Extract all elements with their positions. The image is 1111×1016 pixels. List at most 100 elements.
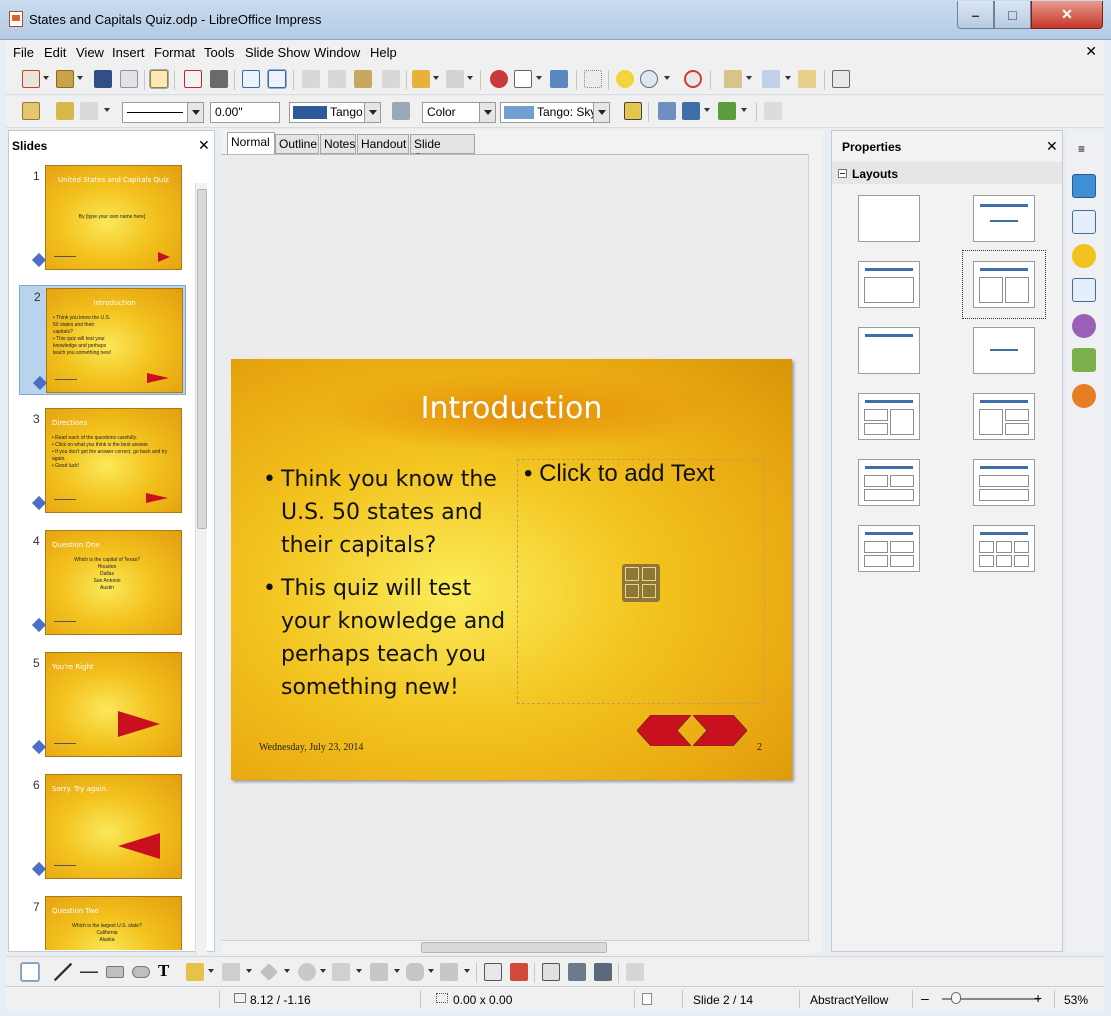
menu-tools[interactable]: Tools (204, 45, 234, 60)
insert-object-icon[interactable] (622, 564, 660, 602)
table-icon[interactable] (514, 70, 532, 88)
slide-thumbnail-4[interactable]: 4 Question One Which is the capital of T… (19, 530, 186, 642)
show-draw-functions-icon[interactable] (550, 70, 568, 88)
paste-icon[interactable] (354, 70, 372, 88)
grid-icon[interactable] (584, 70, 602, 88)
styles-icon[interactable] (22, 102, 40, 120)
flowchart-icon[interactable] (370, 963, 388, 981)
styles-deck-icon[interactable] (1072, 314, 1096, 338)
help-icon[interactable] (684, 70, 702, 88)
menu-insert[interactable]: Insert (112, 45, 145, 60)
block-arrows-icon[interactable] (332, 963, 350, 981)
edit-mode-icon[interactable] (149, 69, 169, 89)
line-style-select[interactable] (122, 102, 204, 123)
layout-dropdown-icon[interactable] (785, 76, 791, 80)
block-arrows-dropdown-icon[interactable] (356, 969, 362, 973)
open-folder-icon[interactable] (56, 70, 74, 88)
copy-icon[interactable] (328, 70, 346, 88)
zoom-slider-handle[interactable] (951, 992, 961, 1004)
callouts-icon[interactable] (406, 963, 424, 981)
layout-title-two-content[interactable] (962, 250, 1046, 319)
insert-video-icon[interactable] (642, 584, 656, 598)
navigator-deck-icon[interactable] (1072, 384, 1096, 408)
new-document-icon[interactable] (22, 70, 40, 88)
canvas-horizontal-scrollbar[interactable] (221, 940, 810, 954)
table-dropdown-icon[interactable] (536, 76, 542, 80)
zoom-dropdown-icon[interactable] (664, 76, 670, 80)
flowchart-dropdown-icon[interactable] (394, 969, 400, 973)
line-tool-icon[interactable] (54, 963, 72, 981)
arrow-style-icon[interactable] (80, 102, 98, 120)
points-icon[interactable] (484, 963, 502, 981)
layout-title-slide[interactable] (973, 195, 1035, 242)
extrusion-icon[interactable] (626, 963, 644, 981)
chart-icon[interactable] (490, 70, 508, 88)
layout-title-only[interactable] (858, 327, 920, 374)
close-document-icon[interactable]: ✕ (1085, 43, 1097, 60)
slide-thumbnail-1[interactable]: 1 United States and Capitals Quiz By [ty… (19, 165, 186, 277)
tab-handout[interactable]: Handout (357, 134, 409, 154)
layout-title-2content-content[interactable] (858, 393, 920, 440)
slide-thumbnail-7[interactable]: 7 Question Two Which is the largest U.S.… (19, 896, 186, 950)
autospellcheck-icon[interactable] (267, 69, 287, 89)
close-window-button[interactable]: ✕ (1031, 1, 1103, 29)
rectangle-tool-icon[interactable] (106, 966, 124, 978)
shadow-icon[interactable] (624, 102, 642, 120)
align-icon[interactable] (682, 102, 700, 120)
cut-icon[interactable] (302, 70, 320, 88)
maximize-button[interactable]: □ (994, 1, 1031, 29)
tab-notes[interactable]: Notes (320, 134, 356, 154)
zoom-level[interactable]: 53% (1064, 993, 1088, 1007)
text-tool-icon[interactable]: T (158, 961, 169, 981)
properties-deck-icon[interactable] (1072, 174, 1096, 198)
callouts-dropdown-icon[interactable] (428, 969, 434, 973)
insert-chart-icon[interactable] (642, 567, 656, 581)
basic-shapes-dropdown-icon[interactable] (284, 969, 290, 973)
minimize-button[interactable]: – (957, 1, 994, 29)
gallery-deck-icon[interactable] (1072, 348, 1096, 372)
menu-format[interactable]: Format (154, 45, 195, 60)
menu-edit[interactable]: Edit (44, 45, 66, 60)
master-slide-icon[interactable] (798, 70, 816, 88)
symbol-shapes-icon[interactable] (298, 963, 316, 981)
symbol-shapes-dropdown-icon[interactable] (320, 969, 326, 973)
layout-title-content-2content[interactable] (973, 393, 1035, 440)
stars-icon[interactable] (440, 963, 458, 981)
slide-thumbnail-3[interactable]: 3 Directions • Read each of the question… (19, 408, 186, 520)
redo-dropdown-icon[interactable] (467, 76, 473, 80)
arrange-icon[interactable] (718, 102, 736, 120)
content-placeholder[interactable]: • Click to add Text (517, 459, 765, 704)
layout-title-content-over-content[interactable] (973, 459, 1035, 506)
slide-transition-deck-icon[interactable] (1072, 278, 1096, 302)
open-dropdown-icon[interactable] (77, 76, 83, 80)
slides-scrollbar[interactable] (195, 183, 207, 955)
spellcheck-icon[interactable] (242, 70, 260, 88)
glue-points-icon[interactable] (510, 963, 528, 981)
menu-help[interactable]: Help (370, 45, 397, 60)
layout-blank[interactable] (858, 195, 920, 242)
current-slide[interactable]: Introduction Think you know the U.S. 50 … (231, 359, 792, 780)
back-arrow-icon[interactable] (637, 715, 691, 746)
ellipse-tool-icon[interactable] (132, 966, 150, 978)
slides-panel-close-icon[interactable]: ✕ (198, 137, 210, 154)
insert-image-icon[interactable] (625, 584, 639, 598)
tab-outline[interactable]: Outline (275, 134, 319, 154)
insert-table-icon[interactable] (625, 567, 639, 581)
line-arrow-tool-icon[interactable] (80, 963, 98, 981)
slide-thumbnail-6[interactable]: 6 Sorry. Try again. (19, 774, 186, 886)
slide-icon[interactable] (724, 70, 742, 88)
line-icon[interactable] (56, 102, 74, 120)
layout-title-6content[interactable] (973, 525, 1035, 572)
undo-dropdown-icon[interactable] (433, 76, 439, 80)
save-icon[interactable] (94, 70, 112, 88)
rotate-icon[interactable] (658, 102, 676, 120)
email-icon[interactable] (120, 70, 138, 88)
print-icon[interactable] (210, 70, 228, 88)
collapse-icon[interactable] (838, 169, 847, 178)
undo-icon[interactable] (412, 70, 430, 88)
fill-color-select[interactable]: Tango: Sky (500, 102, 610, 123)
navigator-icon[interactable] (616, 70, 634, 88)
layout-title-2content-over[interactable] (858, 459, 920, 506)
placeholder-text[interactable]: • Click to add Text (524, 460, 715, 488)
zoom-out-button[interactable]: – (921, 990, 929, 1006)
